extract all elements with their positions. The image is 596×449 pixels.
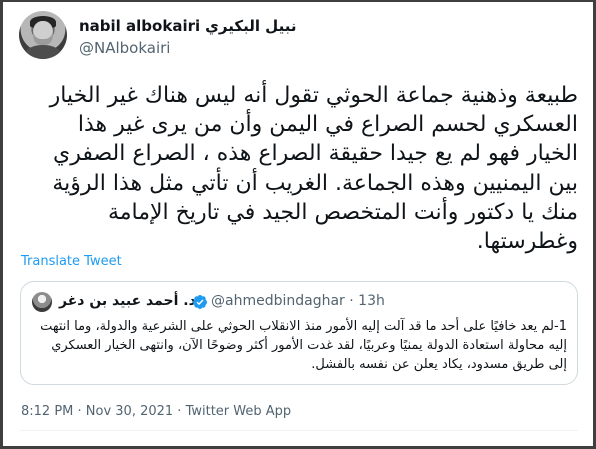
quoted-tweet-card[interactable]: د. أحمد عبيد بن دغر @ahmedbindaghar · 13… xyxy=(20,281,578,385)
author-avatar[interactable] xyxy=(19,11,67,59)
quoted-author-name[interactable]: د. أحمد عبيد بن دغر xyxy=(59,293,196,309)
window-border-left xyxy=(0,0,3,449)
author-name[interactable]: nabil albokairi xyxy=(79,17,200,35)
verified-badge-icon xyxy=(192,294,208,314)
author-name-arabic[interactable]: نبيل البكيري xyxy=(205,17,296,35)
quoted-author-handle[interactable]: @ahmedbindaghar xyxy=(211,293,345,309)
quoted-meta: @ahmedbindaghar · 13h xyxy=(211,293,385,309)
quoted-time[interactable]: 13h xyxy=(358,293,385,309)
author-name-row[interactable]: nabil albokairi نبيل البكيري xyxy=(79,17,296,35)
quoted-tweet-text: 1-لم يعد خافيًا على أحد ما قد آلت إليه ا… xyxy=(40,319,567,372)
quoted-author-avatar[interactable] xyxy=(32,292,52,312)
window-border-top xyxy=(0,0,596,2)
translate-tweet-link[interactable]: Translate Tweet xyxy=(21,254,122,269)
tweet-timestamp[interactable]: 8:12 PM · Nov 30, 2021 · Twitter Web App xyxy=(21,404,291,419)
tweet-text: طبيعة وذهنية جماعة الحوثي تقول أنه ليس ه… xyxy=(49,83,578,255)
meta-separator: · xyxy=(349,293,354,309)
author-handle[interactable]: @NAlbokairi xyxy=(79,39,170,57)
divider xyxy=(20,430,578,431)
